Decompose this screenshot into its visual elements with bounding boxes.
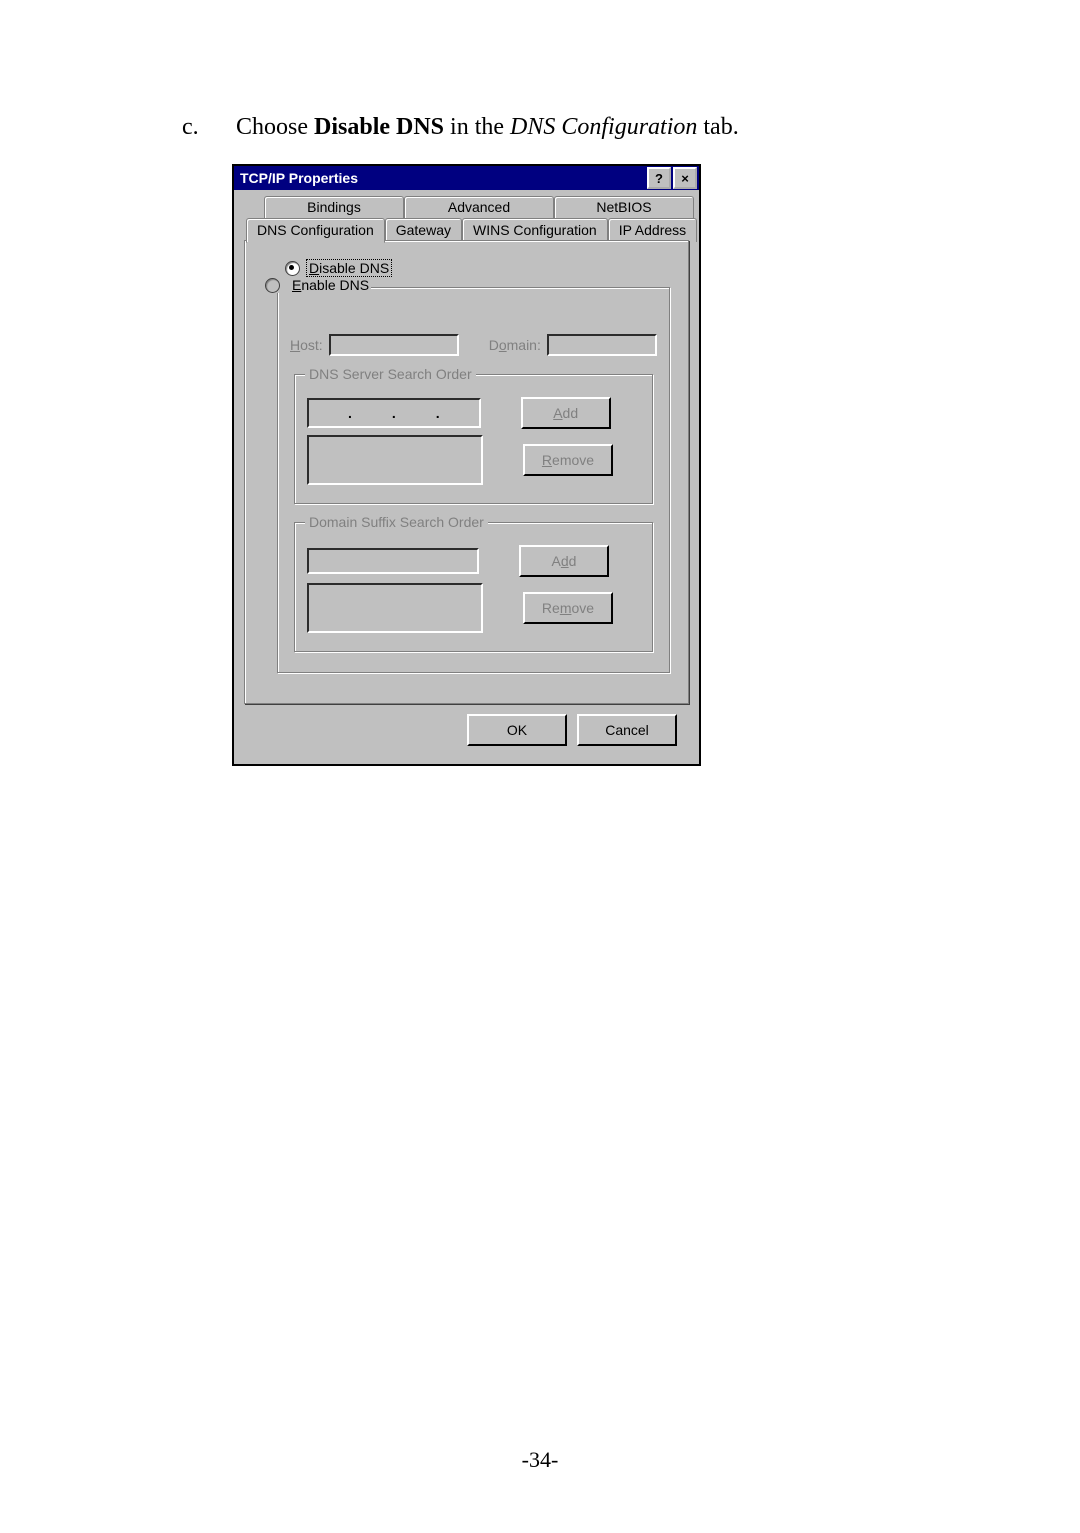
suffix-input[interactable] xyxy=(307,548,479,574)
titlebar[interactable]: TCP/IP Properties ? × xyxy=(234,166,699,190)
enable-dns-legend[interactable]: Enable DNS xyxy=(263,277,371,293)
disable-dns-row[interactable]: Disable DNS xyxy=(285,259,674,277)
tab-ip-address[interactable]: IP Address xyxy=(608,218,697,242)
page-number: -34- xyxy=(0,1447,1080,1473)
tab-gateway[interactable]: Gateway xyxy=(385,218,462,242)
host-domain-row: Host: Domain: xyxy=(290,334,657,356)
instr-pre: Choose xyxy=(236,114,314,140)
list-remove-row: Remove xyxy=(307,435,640,485)
tab-netbios[interactable]: NetBIOS xyxy=(554,196,694,218)
dialog-footer: OK Cancel xyxy=(244,704,689,758)
dialog-title: TCP/IP Properties xyxy=(240,166,645,190)
tab-wins-configuration[interactable]: WINS Configuration xyxy=(462,218,608,242)
list-marker: c. xyxy=(182,114,230,141)
enable-dns-group: Enable DNS Host: Domain: DNS Server Sear… xyxy=(277,287,670,673)
instr-italic: DNS Configuration xyxy=(510,114,697,140)
domain-input[interactable] xyxy=(547,334,657,356)
tcpip-properties-dialog: TCP/IP Properties ? × Bindings Advanced … xyxy=(232,164,701,766)
tab-panel: Disable DNS Enable DNS Host: Domain: xyxy=(244,240,689,704)
host-label: Host: xyxy=(290,337,323,353)
dialog-body: Bindings Advanced NetBIOS DNS Configurat… xyxy=(234,190,699,764)
domain-label: Domain: xyxy=(489,337,541,353)
tab-strip: Bindings Advanced NetBIOS DNS Configurat… xyxy=(244,196,689,240)
host-input[interactable] xyxy=(329,334,459,356)
instruction-line: c. Choose Disable DNS in the DNS Configu… xyxy=(182,114,739,141)
suffix-add-row: Add xyxy=(307,545,640,577)
dns-server-list[interactable] xyxy=(307,435,483,485)
tab-row-back: Bindings Advanced NetBIOS xyxy=(264,196,694,218)
dns-server-search-order-group: DNS Server Search Order . . . Add xyxy=(294,374,653,504)
ok-button[interactable]: OK xyxy=(467,714,567,746)
suffix-list-remove-row: Remove xyxy=(307,583,640,633)
document-page: c. Choose Disable DNS in the DNS Configu… xyxy=(0,0,1080,1533)
tab-advanced[interactable]: Advanced xyxy=(404,196,554,218)
remove-button[interactable]: Remove xyxy=(523,444,613,476)
disable-dns-label: Disable DNS xyxy=(306,259,392,277)
tab-dns-configuration[interactable]: DNS Configuration xyxy=(246,218,385,243)
suffix-list[interactable] xyxy=(307,583,483,633)
instr-mid: in the xyxy=(444,114,510,140)
add-button[interactable]: Add xyxy=(521,397,611,429)
add-button[interactable]: Add xyxy=(519,545,609,577)
tab-row-front: DNS Configuration Gateway WINS Configura… xyxy=(246,218,697,242)
remove-button[interactable]: Remove xyxy=(523,592,613,624)
help-button[interactable]: ? xyxy=(647,167,671,189)
instr-post: tab. xyxy=(697,114,738,140)
close-button[interactable]: × xyxy=(673,167,697,189)
group-title: DNS Server Search Order xyxy=(305,366,476,382)
tab-bindings[interactable]: Bindings xyxy=(264,196,404,218)
domain-suffix-search-order-group: Domain Suffix Search Order Add Remove xyxy=(294,522,653,652)
ip-input[interactable]: . . . xyxy=(307,398,481,428)
ip-add-row: . . . Add xyxy=(307,397,640,429)
enable-dns-label: Enable DNS xyxy=(292,277,369,293)
cancel-button[interactable]: Cancel xyxy=(577,714,677,746)
radio-icon xyxy=(265,278,280,293)
instr-bold: Disable DNS xyxy=(314,114,444,140)
radio-icon xyxy=(285,261,300,276)
group-title: Domain Suffix Search Order xyxy=(305,514,488,530)
